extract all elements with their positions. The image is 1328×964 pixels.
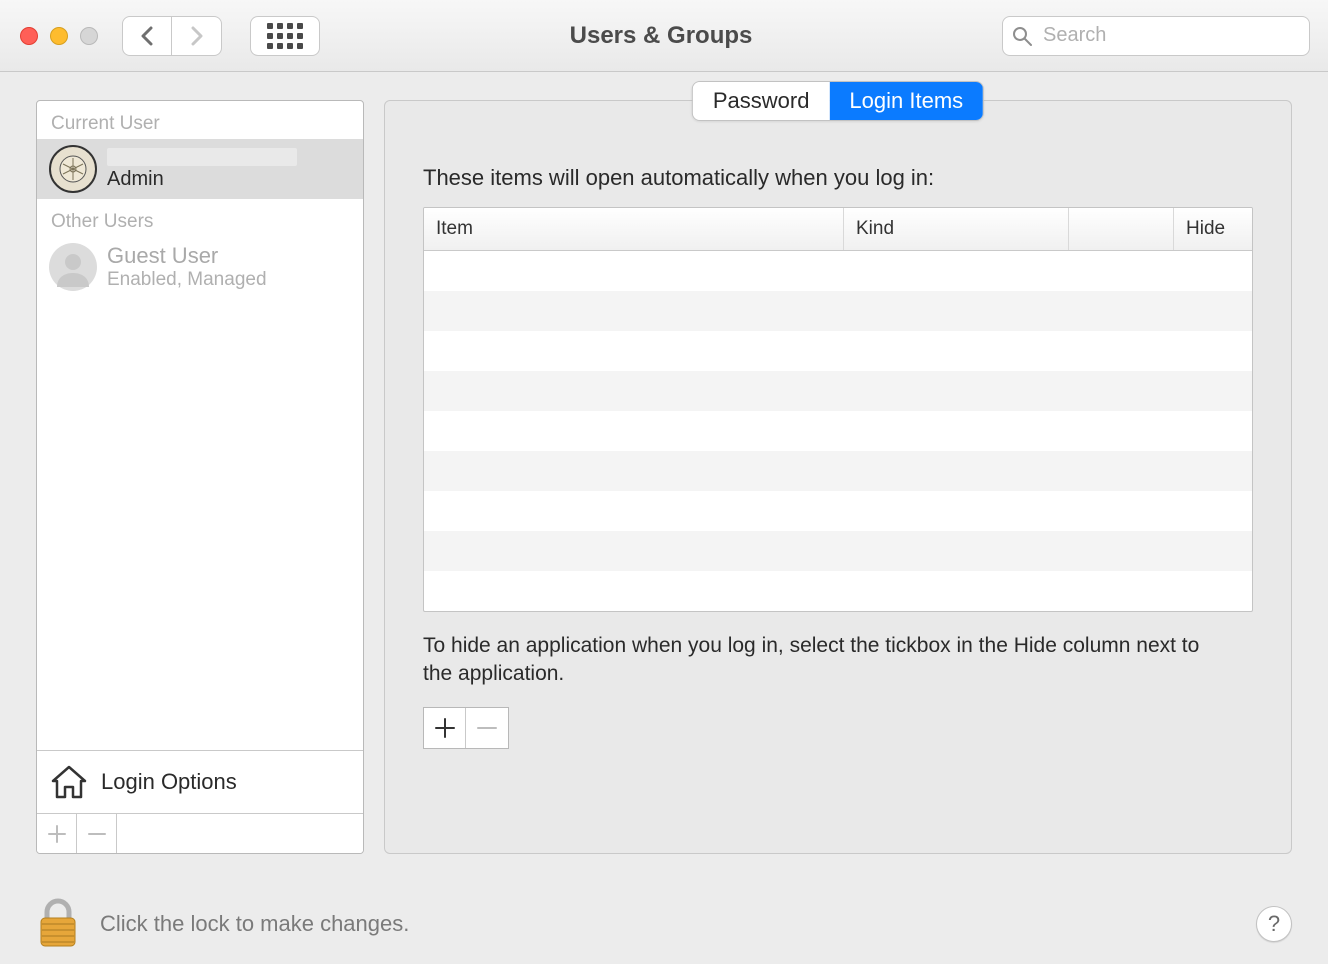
main-panel: Password Login Items These items will op… [384,100,1292,854]
question-mark-icon: ? [1268,911,1280,937]
apps-grid-icon [267,23,303,49]
user-sub: Enabled, Managed [107,269,267,291]
search-icon [1012,26,1032,46]
section-header-other-users: Other Users [37,199,363,237]
user-name: Guest User [107,243,267,268]
avatar [49,243,97,291]
lock-button[interactable] [36,898,80,950]
search-field-wrap [1002,16,1310,56]
minus-icon [88,825,106,843]
help-button[interactable]: ? [1256,906,1292,942]
login-options-row[interactable]: Login Options [37,750,363,813]
remove-login-item-button [466,708,508,748]
sand-dollar-icon [58,154,88,184]
table-row[interactable] [424,531,1252,571]
guest-user-row[interactable]: Guest User Enabled, Managed [37,237,363,297]
add-login-item-button[interactable] [424,708,466,748]
plus-icon [435,718,455,738]
hide-hint-text: To hide an application when you log in, … [423,632,1203,689]
user-role: Admin [107,168,297,191]
house-icon [51,765,87,799]
user-add-remove-bar [37,813,363,853]
nav-buttons [122,16,222,56]
window-controls [20,27,98,45]
table-body [424,251,1252,611]
minus-icon [477,718,497,738]
plus-icon [48,825,66,843]
window-title: Users & Groups [334,22,988,50]
tab-login-items[interactable]: Login Items [829,82,983,120]
forward-button[interactable] [172,16,222,56]
table-row[interactable] [424,251,1252,291]
users-list: Current User Admin Other Users [37,101,363,750]
table-row[interactable] [424,451,1252,491]
user-labels: Admin [107,148,297,191]
user-labels: Guest User Enabled, Managed [107,243,267,290]
lock-icon [36,898,80,950]
footer: Click the lock to make changes. ? [0,884,1328,964]
content-area: Current User Admin Other Users [0,72,1328,884]
users-sidebar: Current User Admin Other Users [36,100,364,854]
add-remove-spacer [117,814,363,853]
add-user-button [37,814,77,854]
show-all-prefs-button[interactable] [250,16,320,56]
table-header: Item Kind Hide [424,208,1252,251]
user-name-redacted [107,148,297,166]
login-items-add-remove [423,707,509,749]
zoom-window-button [80,27,98,45]
table-row[interactable] [424,571,1252,611]
table-row[interactable] [424,371,1252,411]
chevron-right-icon [190,26,204,46]
col-spacer [1069,208,1174,250]
search-input[interactable] [1002,16,1310,56]
close-window-button[interactable] [20,27,38,45]
current-user-row[interactable]: Admin [37,139,363,199]
person-icon [53,247,93,287]
remove-user-button [77,814,117,854]
back-button[interactable] [122,16,172,56]
col-kind[interactable]: Kind [844,208,1069,250]
col-hide[interactable]: Hide [1174,208,1252,250]
section-header-current-user: Current User [37,101,363,139]
col-item[interactable]: Item [424,208,844,250]
tab-password[interactable]: Password [693,82,830,120]
minimize-window-button[interactable] [50,27,68,45]
login-options-label: Login Options [101,769,237,795]
titlebar: Users & Groups [0,0,1328,72]
avatar [49,145,97,193]
lock-hint-text: Click the lock to make changes. [100,911,409,937]
table-row[interactable] [424,331,1252,371]
chevron-left-icon [140,26,154,46]
table-row[interactable] [424,411,1252,451]
login-items-table: Item Kind Hide [423,207,1253,612]
table-row[interactable] [424,291,1252,331]
tab-segmented-control: Password Login Items [692,81,984,121]
login-items-intro: These items will open automatically when… [423,165,1253,191]
table-row[interactable] [424,491,1252,531]
